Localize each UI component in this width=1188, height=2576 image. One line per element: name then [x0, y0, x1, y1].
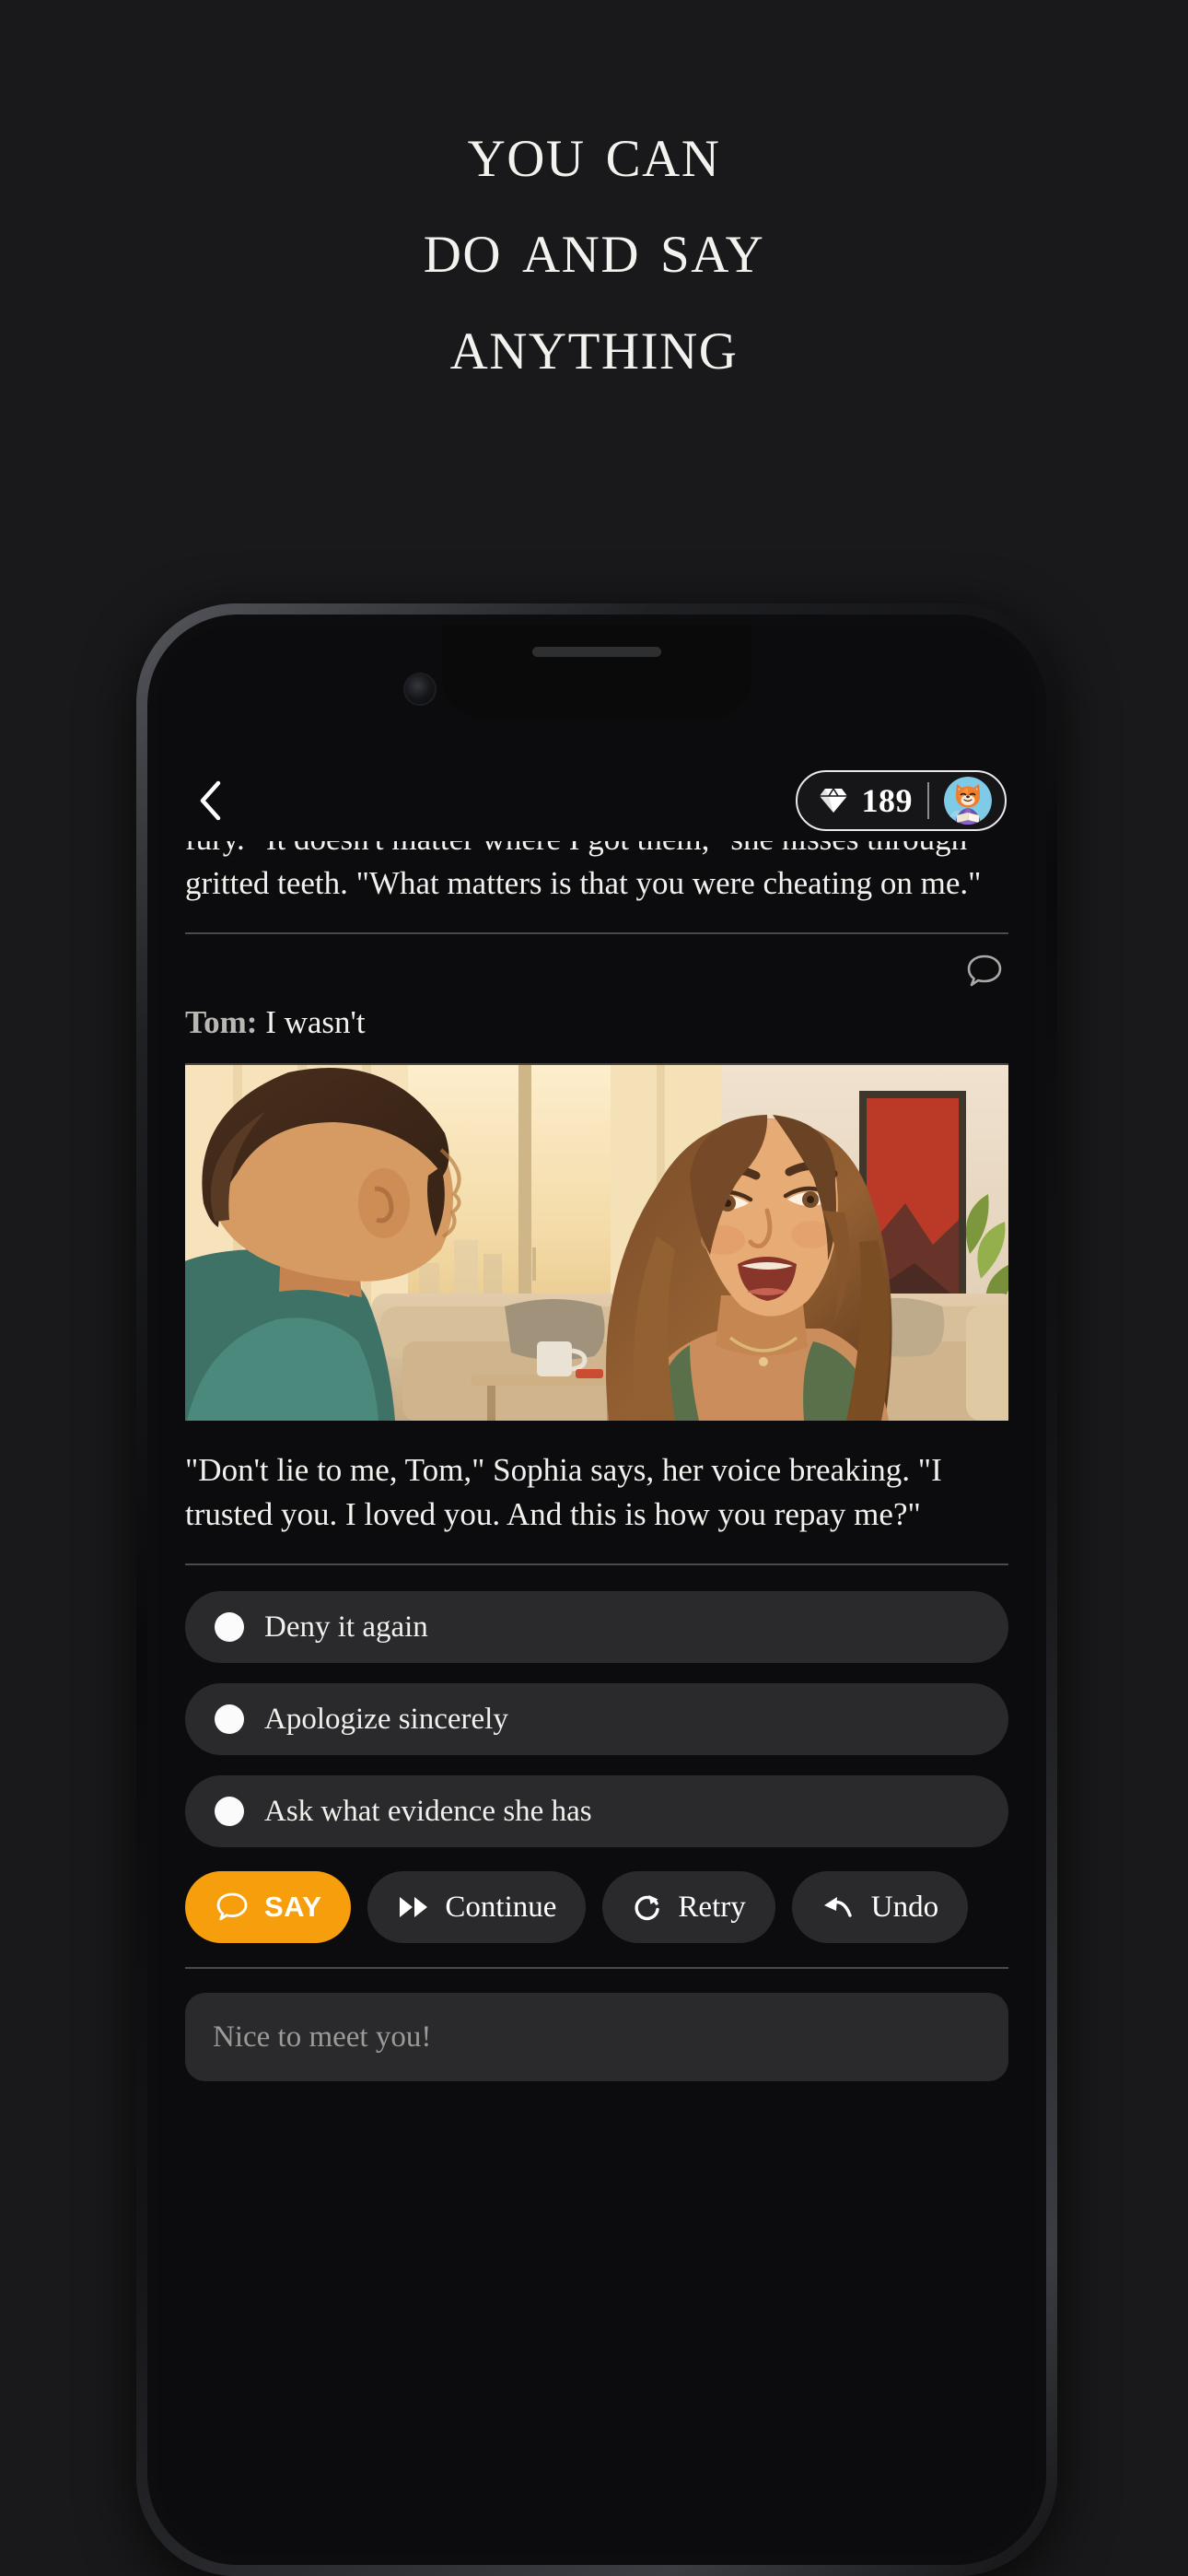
scene-image — [185, 1065, 1008, 1422]
choice-option-1[interactable]: Deny it again — [185, 1591, 1008, 1664]
front-camera-icon — [403, 673, 437, 706]
speech-bubble-icon — [216, 1892, 248, 1921]
back-button[interactable] — [181, 772, 239, 829]
continue-label: Continue — [445, 1890, 557, 1924]
user-turn-text: Tom: I wasn't — [185, 1004, 366, 1041]
user-turn-message: I wasn't — [265, 1004, 366, 1041]
scene-illustration[interactable] — [185, 1065, 1008, 1422]
divider — [927, 782, 929, 819]
fox-reading-avatar — [944, 777, 992, 825]
undo-button[interactable]: Undo — [791, 1871, 969, 1944]
action-button-row: SAY Continue Retry Undo — [157, 1847, 1036, 1947]
continue-button[interactable]: Continue — [367, 1871, 587, 1944]
message-composer[interactable]: Nice to meet you! — [185, 1993, 1008, 2082]
retry-button[interactable]: Retry — [602, 1871, 775, 1944]
diamond-icon — [819, 787, 847, 813]
choice-label: Ask what evidence she has — [264, 1794, 592, 1828]
undo-arrow-icon — [823, 1897, 852, 1918]
user-turn-speaker: Tom: — [185, 1004, 258, 1041]
composer-placeholder: Nice to meet you! — [213, 2020, 432, 2054]
previous-story-paragraph: fury. "It doesn't matter where I got the… — [185, 841, 982, 901]
page-title: You can Do and Say Anything — [0, 109, 1188, 385]
gem-count: 189 — [861, 782, 913, 819]
phone-screen: 189 gritted teeth. "What matters is that… — [157, 625, 1036, 2555]
headline-line-3: Anything — [449, 300, 739, 385]
choice-option-3[interactable]: Ask what evidence she has — [185, 1775, 1008, 1848]
choice-bullet-icon — [215, 1612, 244, 1643]
gem-balance-pill[interactable]: 189 — [795, 770, 1007, 831]
chevron-left-icon — [200, 780, 221, 821]
choice-list: Deny it again Apologize sincerely Ask wh… — [157, 1565, 1036, 1848]
retry-label: Retry — [678, 1890, 746, 1924]
choice-label: Deny it again — [264, 1610, 428, 1644]
avatar[interactable] — [944, 777, 992, 825]
say-button[interactable]: SAY — [185, 1871, 352, 1944]
divider — [185, 1967, 1008, 1970]
phone-mockup: 189 gritted teeth. "What matters is that… — [136, 603, 1057, 2576]
say-label: SAY — [264, 1891, 322, 1924]
story-scroll-area[interactable]: fury. "It doesn't matter where I got the… — [157, 841, 1036, 2555]
undo-label: Undo — [870, 1890, 939, 1924]
earpiece-speaker — [532, 647, 661, 657]
current-story-paragraph: "Don't lie to me, Tom," Sophia says, her… — [185, 1452, 942, 1532]
fast-forward-icon — [400, 1897, 428, 1918]
phone-bezel: 189 gritted teeth. "What matters is that… — [147, 615, 1046, 2565]
choice-bullet-icon — [215, 1704, 244, 1735]
refresh-icon — [635, 1895, 660, 1921]
headline-line-1: You can — [467, 109, 721, 193]
headline-line-2: Do and Say — [423, 205, 765, 289]
choice-bullet-icon — [215, 1797, 244, 1827]
app-header: 189 — [157, 758, 1036, 843]
user-turn-row: Tom: I wasn't — [157, 934, 1036, 1063]
choice-option-2[interactable]: Apologize sincerely — [185, 1683, 1008, 1756]
phone-notch — [442, 625, 751, 719]
choice-label: Apologize sincerely — [264, 1702, 508, 1736]
speech-bubble-icon[interactable] — [964, 951, 1005, 991]
